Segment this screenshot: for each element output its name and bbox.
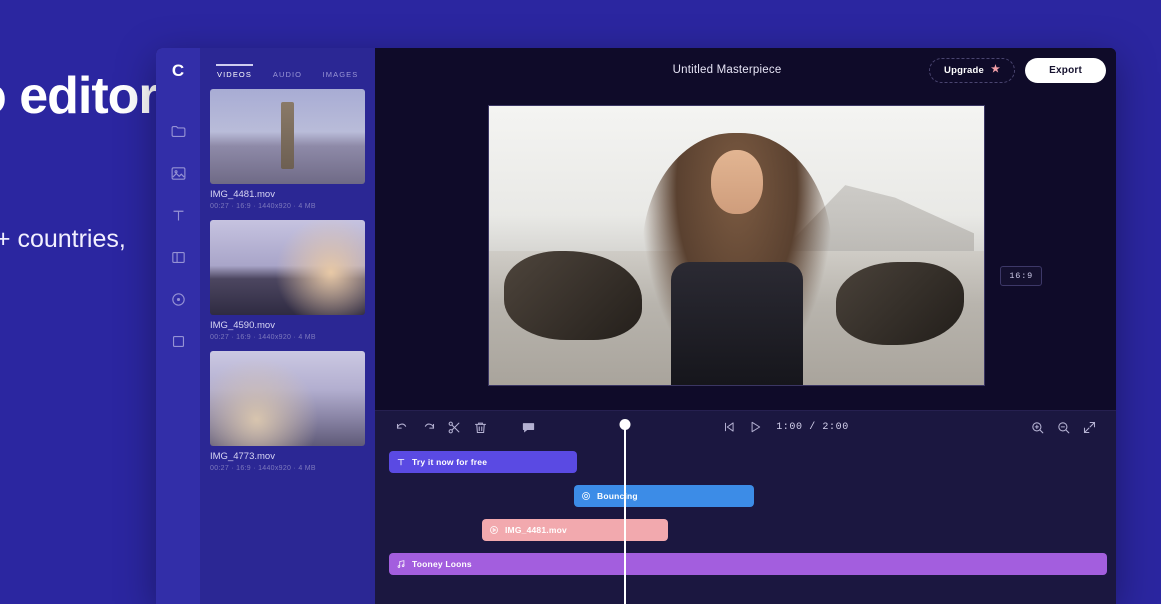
- track-video[interactable]: IMG_4481.mov: [389, 517, 1102, 547]
- media-filename: IMG_4590.mov: [210, 320, 275, 331]
- clip-label: Bouncing: [597, 491, 638, 501]
- media-metadata: 00:27 · 16:9 · 1440x920 · 4 MB: [210, 334, 316, 341]
- folder-icon[interactable]: [160, 110, 196, 152]
- tab-images[interactable]: IMAGES: [314, 64, 367, 79]
- app-logo-icon[interactable]: C: [165, 58, 191, 84]
- layout-icon[interactable]: [160, 236, 196, 278]
- delete-icon[interactable]: [467, 414, 493, 440]
- media-metadata: 00:27 · 16:9 · 1440x920 · 4 MB: [210, 465, 316, 472]
- media-metadata: 00:27 · 16:9 · 1440x920 · 4 MB: [210, 203, 316, 210]
- timeline-clip-text[interactable]: Try it now for free: [389, 451, 577, 473]
- redo-icon[interactable]: [415, 414, 441, 440]
- media-item[interactable]: IMG_4773.mov 00:27 · 16:9 · 1440x920 · 4…: [200, 351, 375, 472]
- upgrade-label: Upgrade: [944, 64, 984, 76]
- editor-column: Untitled Masterpiece Upgrade ★ Export 16…: [375, 48, 1116, 604]
- aspect-ratio-badge[interactable]: 16:9: [1000, 266, 1042, 286]
- play-icon[interactable]: [742, 414, 768, 440]
- effect-clip-icon: [581, 491, 591, 501]
- fit-timeline-icon[interactable]: [1076, 414, 1102, 440]
- library-tabs: VIDEOS AUDIO IMAGES: [200, 48, 375, 89]
- image-icon[interactable]: [160, 152, 196, 194]
- media-thumbnail[interactable]: [210, 89, 365, 184]
- text-icon[interactable]: [160, 194, 196, 236]
- tab-videos[interactable]: VIDEOS: [208, 64, 261, 79]
- clip-label: Try it now for free: [412, 457, 488, 467]
- preview-subject-body: [670, 261, 803, 385]
- background-subline: 0+ countries,: [0, 225, 126, 253]
- media-item[interactable]: IMG_4590.mov 00:27 · 16:9 · 1440x920 · 4…: [200, 220, 375, 341]
- timeline-toolbar: 1:00 / 2:00: [375, 411, 1116, 443]
- skip-start-icon[interactable]: [716, 414, 742, 440]
- comment-icon[interactable]: [515, 414, 541, 440]
- shape-icon[interactable]: [160, 320, 196, 362]
- timeline-tracks[interactable]: Try it now for free Bouncing IMG_4481.mo…: [375, 419, 1116, 604]
- track-effect[interactable]: Bouncing: [389, 483, 1102, 513]
- undo-icon[interactable]: [389, 414, 415, 440]
- tab-audio[interactable]: AUDIO: [261, 64, 314, 79]
- timeline-clip-effect[interactable]: Bouncing: [574, 485, 754, 507]
- preview-subject-face: [710, 150, 763, 215]
- clip-label: IMG_4481.mov: [505, 525, 567, 535]
- media-filename: IMG_4481.mov: [210, 189, 275, 200]
- editor-topbar: Untitled Masterpiece Upgrade ★ Export: [375, 48, 1116, 92]
- video-preview[interactable]: [488, 104, 985, 386]
- star-icon: ★: [990, 64, 1001, 75]
- clip-label: Tooney Loons: [412, 559, 472, 569]
- track-music[interactable]: Tooney Loons: [389, 551, 1107, 581]
- video-editor-window: C VIDEOS AUDIO IMAGES IMG_4481.mov 00:27…: [156, 48, 1116, 604]
- media-thumbnail[interactable]: [210, 351, 365, 446]
- video-clip-icon: [489, 525, 499, 535]
- split-icon[interactable]: [441, 414, 467, 440]
- export-button[interactable]: Export: [1025, 57, 1106, 83]
- track-text[interactable]: Try it now for free: [389, 449, 1102, 479]
- zoom-in-icon[interactable]: [1024, 414, 1050, 440]
- zoom-out-icon[interactable]: [1050, 414, 1076, 440]
- media-item[interactable]: IMG_4481.mov 00:27 · 16:9 · 1440x920 · 4…: [200, 89, 375, 210]
- preview-stage: 16:9: [375, 92, 1116, 410]
- left-icon-rail: C: [156, 48, 200, 604]
- text-clip-icon: [396, 457, 406, 467]
- media-thumbnail[interactable]: [210, 220, 365, 315]
- upgrade-button[interactable]: Upgrade ★: [929, 57, 1016, 83]
- music-clip-icon: [396, 559, 406, 569]
- media-filename: IMG_4773.mov: [210, 451, 275, 462]
- time-readout: 1:00 / 2:00: [776, 421, 849, 433]
- media-library-panel: VIDEOS AUDIO IMAGES IMG_4481.mov 00:27 ·…: [200, 48, 375, 604]
- record-icon[interactable]: [160, 278, 196, 320]
- timeline-clip-music[interactable]: Tooney Loons: [389, 553, 1107, 575]
- marketing-page: o editor with 0+ countries, C: [0, 0, 1161, 604]
- timeline-clip-video[interactable]: IMG_4481.mov: [482, 519, 668, 541]
- timeline-panel: 1:00 / 2:00 Try it now for free Bouncing…: [375, 410, 1116, 604]
- page-title[interactable]: Untitled Masterpiece: [375, 64, 929, 76]
